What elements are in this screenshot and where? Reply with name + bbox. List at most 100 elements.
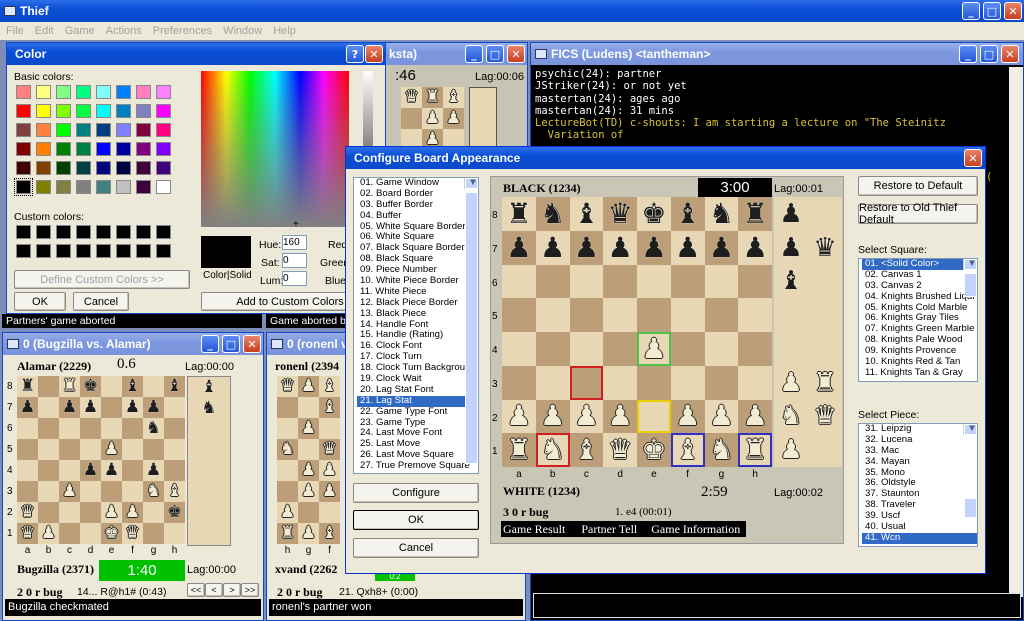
square-list-scrollbar[interactable]: ▲ ▼ (963, 259, 977, 297)
board-square[interactable]: ♛ (122, 523, 143, 544)
holding-slot[interactable]: ♞ (188, 398, 230, 419)
fics-minimize-button[interactable]: _ (959, 45, 977, 63)
piece-scroll-thumb[interactable] (964, 498, 977, 518)
custom-color-swatch[interactable] (156, 244, 171, 258)
board-square[interactable]: ♜ (502, 197, 536, 231)
holding-slot[interactable] (808, 332, 842, 366)
board-square[interactable]: ♟ (738, 399, 772, 434)
board-square[interactable] (80, 523, 101, 544)
color-swatch[interactable] (96, 85, 111, 99)
color-swatch[interactable] (76, 85, 91, 99)
board-square[interactable]: ♟ (670, 230, 705, 265)
board-square[interactable]: ♟ (298, 481, 319, 502)
board-square[interactable]: ♞ (704, 197, 739, 231)
board-square[interactable]: ♜ (422, 87, 443, 108)
board-square[interactable]: ♟ (670, 399, 705, 434)
board-square[interactable]: ♟ (101, 460, 122, 481)
board-square[interactable]: ♟ (143, 460, 164, 481)
piece-style-list[interactable]: 31. Leipzig 32. Lucena 33. Mac 34. Mayan 35.… (858, 423, 978, 547)
color-swatch[interactable] (136, 123, 151, 137)
color-swatch[interactable] (56, 180, 71, 194)
board-square[interactable] (143, 523, 164, 544)
board-square[interactable] (670, 264, 705, 299)
board-square[interactable]: ♝ (319, 397, 340, 418)
board-square[interactable] (277, 460, 298, 481)
left-game-close-button[interactable]: ✕ (243, 335, 261, 353)
board-square[interactable] (298, 439, 319, 460)
board-square[interactable] (143, 376, 164, 397)
custom-color-swatch[interactable] (36, 244, 51, 258)
board-square[interactable]: ♜ (17, 376, 38, 397)
board-square[interactable]: ♝ (670, 197, 705, 231)
holding-slot[interactable] (808, 298, 842, 332)
board-square[interactable]: ♟ (59, 397, 80, 418)
fics-maximize-button[interactable]: □ (980, 45, 998, 63)
left-game-minimize-button[interactable]: _ (201, 335, 219, 353)
board-square[interactable] (704, 298, 739, 332)
board-square[interactable]: ♟ (535, 399, 570, 434)
board-square[interactable] (38, 418, 59, 439)
board-square[interactable]: ♞ (704, 433, 739, 467)
board-square[interactable] (38, 376, 59, 397)
custom-color-swatch[interactable] (136, 225, 151, 239)
color-swatch[interactable] (56, 104, 71, 118)
color-swatch[interactable] (136, 180, 151, 194)
board-square[interactable]: ♝ (164, 376, 185, 397)
holding-slot[interactable] (188, 440, 230, 461)
board-square[interactable]: ♚ (101, 523, 122, 544)
holding-slot[interactable] (808, 197, 842, 231)
board-square[interactable]: ♟ (122, 397, 143, 418)
board-square[interactable] (535, 365, 570, 400)
left-nav-prev[interactable]: < (205, 583, 223, 597)
element-list-item[interactable]: 04. Buffer (357, 210, 478, 222)
board-square[interactable] (277, 397, 298, 418)
restore-default-button[interactable]: Restore to Default (858, 176, 978, 196)
board-square[interactable]: ♛ (401, 87, 422, 108)
custom-color-swatch[interactable] (76, 225, 91, 239)
color-swatch[interactable] (156, 85, 171, 99)
fics-command-input[interactable] (533, 593, 1021, 618)
board-square[interactable] (319, 502, 340, 523)
color-help-button[interactable]: ? (346, 45, 364, 63)
board-square[interactable]: ♟ (637, 332, 671, 366)
custom-color-swatch[interactable] (56, 244, 71, 258)
footer-game-information[interactable]: Game Information (651, 522, 740, 537)
holding-slot[interactable]: ♟ (774, 231, 808, 265)
board-square[interactable]: ♟ (569, 230, 604, 265)
mid-chessboard[interactable]: ♛ ♟ ♝ ♝ ♟ ♞ ♛ ♟ ♟ ♟ ♟ ♟ ♜ ♟ ♝ (277, 376, 340, 544)
element-list[interactable]: 01. Game Window 02. Board Border 03. Buffe… (353, 177, 479, 474)
color-spectrum[interactable]: + (201, 71, 349, 230)
board-square[interactable] (277, 481, 298, 502)
board-square[interactable] (738, 332, 772, 366)
board-square[interactable] (637, 399, 671, 434)
board-square[interactable] (38, 481, 59, 502)
board-square[interactable] (738, 298, 772, 332)
sat-input[interactable] (282, 253, 307, 268)
board-square[interactable] (122, 460, 143, 481)
board-square[interactable]: ♟ (704, 230, 739, 265)
color-swatch[interactable] (76, 104, 91, 118)
color-swatch[interactable] (16, 142, 31, 156)
board-square[interactable] (38, 502, 59, 523)
board-square[interactable]: ♟ (535, 230, 570, 265)
menu-game[interactable]: Game (65, 25, 95, 37)
configure-cancel-button[interactable]: Cancel (353, 538, 479, 558)
board-square[interactable]: ♚ (164, 502, 185, 523)
menu-window[interactable]: Window (223, 25, 262, 37)
board-square[interactable] (603, 264, 637, 299)
board-square[interactable] (569, 365, 604, 400)
restore-old-default-button[interactable]: Restore to Old Thief Default (858, 202, 978, 226)
board-square[interactable] (38, 397, 59, 418)
color-swatch[interactable] (36, 161, 51, 175)
board-square[interactable]: ♚ (637, 197, 671, 231)
board-square[interactable] (164, 460, 185, 481)
board-square[interactable]: ♞ (535, 433, 570, 467)
board-square[interactable] (59, 418, 80, 439)
holding-slot[interactable] (774, 332, 808, 366)
board-square[interactable] (298, 397, 319, 418)
board-square[interactable]: ♟ (603, 399, 637, 434)
board-square[interactable]: ♟ (443, 108, 464, 129)
hue-input[interactable] (282, 235, 307, 250)
element-list-item[interactable]: 13. Black Piece (357, 308, 478, 320)
board-square[interactable]: ♝ (164, 481, 185, 502)
